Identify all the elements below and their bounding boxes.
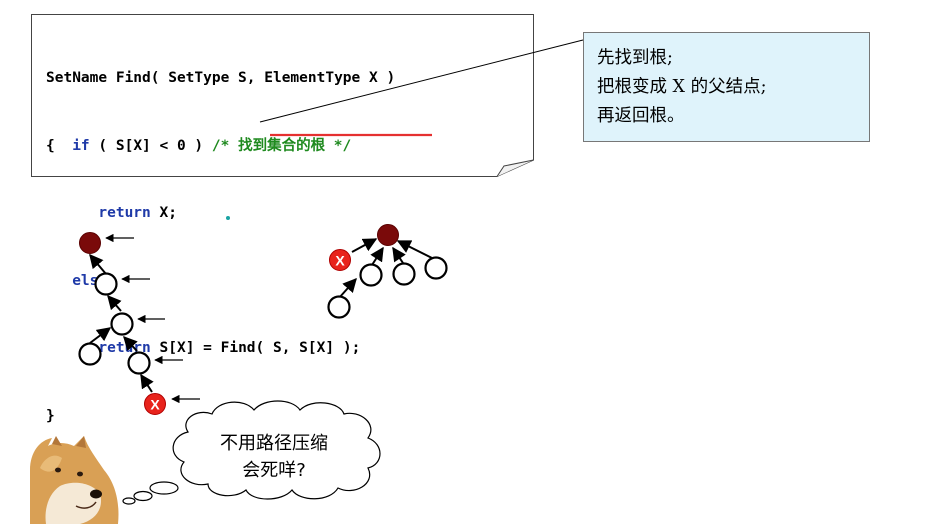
left-x-label: X [150,397,160,413]
right-node-4 [327,295,351,319]
cloud-text: 不用路径压缩 会死咩? [188,430,360,484]
right-root-node [377,224,399,246]
left-node-3 [78,342,102,366]
right-node-2 [392,262,416,286]
thought-bubble-large [149,481,179,495]
right-node-3 [424,256,448,280]
left-root-node [79,232,101,254]
cloud-line-1: 不用路径压缩 [220,433,328,454]
diagram-graphics: X X [30,39,584,524]
left-node-2 [110,312,134,336]
thought-bubble-medium [133,490,153,502]
doge-image [30,436,119,524]
left-node-4 [127,351,151,375]
cloud-line-2: 会死咩? [242,460,306,481]
right-x-label: X [335,253,345,269]
right-node-1 [359,263,383,287]
right-tree [338,238,433,299]
thought-bubble-small [122,497,136,505]
left-node-1 [94,272,118,296]
callout-line [259,39,584,123]
teal-dot [226,216,230,220]
